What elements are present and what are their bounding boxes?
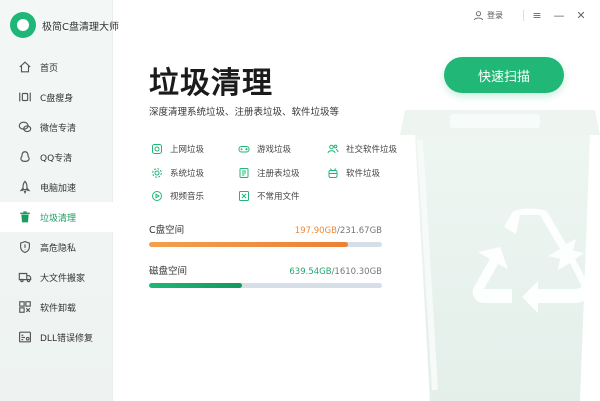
login-label: 登录 [487,10,503,20]
divider [523,9,524,21]
category-label: 视频音乐 [170,192,205,202]
category-software-junk: 软件垃圾 [327,167,380,179]
software-icon [327,167,339,179]
close-icon: ✕ [576,8,586,22]
close-button[interactable]: ✕ [570,4,592,26]
minimize-icon: — [553,8,565,22]
quick-scan-button[interactable]: 快速扫描 [444,57,564,93]
file-icon [238,190,250,202]
window-controls: 登录 ≡ — ✕ [473,0,600,30]
sidebar-item-uninstall[interactable]: 软件卸载 [0,292,113,322]
registry-icon [238,167,250,179]
trash-icon [18,210,32,224]
sidebar-item-wechat[interactable]: 微信专清 [0,112,113,142]
disk-progress-bar [149,283,382,288]
sidebar: 极简C盘清理大师 首页 C盘瘦身 微信专清 QQ专清 电脑加速 垃圾清理 高危隐… [0,0,119,401]
disk-total: /1610.30GB [331,267,382,277]
sidebar-item-junk-clean[interactable]: 垃圾清理 [0,202,113,232]
disk-total: /231.67GB [336,226,382,236]
qq-icon [18,150,32,164]
dll-icon [18,330,32,344]
login-button[interactable]: 登录 [473,10,503,21]
category-social-junk: 社交软件垃圾 [327,143,397,155]
disk-name: 磁盘空间 [149,266,188,277]
disk-progress-fill [149,242,348,247]
disk-used: 197.90GB [294,226,337,236]
gamepad-icon [238,143,250,155]
category-label: 不常用文件 [257,192,300,202]
disk-size: 639.54GB/1610.30GB [289,267,382,277]
app-title: 极简C盘清理大师 [42,21,119,33]
category-game-junk: 游戏垃圾 [238,143,291,155]
disk-size: 197.90GB/231.67GB [295,226,382,236]
disk-name: C盘空间 [149,225,185,236]
category-unused-files: 不常用文件 [238,190,300,202]
sidebar-item-bigfile-move[interactable]: 大文件搬家 [0,262,113,292]
logo-icon [10,12,36,38]
sidebar-item-privacy[interactable]: 高危隐私 [0,232,113,262]
page-title: 垃圾清理 [149,66,273,101]
sidebar-item-label: 首页 [40,63,59,74]
minimize-button[interactable]: — [548,4,570,26]
category-label: 系统垃圾 [170,169,205,179]
sidebar-item-label: 微信专清 [40,123,77,134]
sidebar-item-home[interactable]: 首页 [0,52,113,82]
wechat-icon [18,120,32,134]
category-label: 软件垃圾 [346,169,381,179]
category-label: 上网垃圾 [170,145,205,155]
disk-progress-bar [149,242,382,247]
disk-c-usage: C盘空间 197.90GB/231.67GB [149,222,382,247]
play-icon [151,190,163,202]
category-label: 注册表垃圾 [257,169,300,179]
app-window: 极简C盘清理大师 首页 C盘瘦身 微信专清 QQ专清 电脑加速 垃圾清理 高危隐… [0,0,600,401]
sidebar-item-label: 电脑加速 [40,183,77,194]
disk-progress-fill [149,283,242,288]
sidebar-item-label: 垃圾清理 [40,213,77,224]
sidebar-item-label: QQ专清 [40,153,73,164]
category-registry-junk: 注册表垃圾 [238,167,300,179]
sidebar-item-label: DLL错误修复 [40,333,93,344]
gear-icon [151,167,163,179]
menu-icon: ≡ [532,8,542,22]
app-logo: 极简C盘清理大师 [10,12,119,38]
truck-icon [18,270,32,284]
category-label: 游戏垃圾 [257,145,292,155]
uninstall-icon [18,300,32,314]
sidebar-item-label: 大文件搬家 [40,273,86,284]
category-system-junk: 系统垃圾 [151,167,204,179]
globe-icon [151,143,163,155]
category-video-music: 视频音乐 [151,190,204,202]
sidebar-item-dll-repair[interactable]: DLL错误修复 [0,322,113,352]
disk-slim-icon [18,90,32,104]
category-label: 社交软件垃圾 [346,145,398,155]
sidebar-item-label: 高危隐私 [40,243,77,254]
menu-button[interactable]: ≡ [526,4,548,26]
category-web-junk: 上网垃圾 [151,143,204,155]
sidebar-item-label: C盘瘦身 [40,93,74,104]
sidebar-item-qq[interactable]: QQ专清 [0,142,113,172]
user-icon [473,10,484,20]
sidebar-item-speedup[interactable]: 电脑加速 [0,172,113,202]
home-icon [18,60,32,74]
disk-used: 639.54GB [289,267,332,277]
shield-icon [18,240,32,254]
rocket-icon [18,180,32,194]
sidebar-nav: 首页 C盘瘦身 微信专清 QQ专清 电脑加速 垃圾清理 高危隐私 大文件搬家 软… [0,52,113,352]
recycle-bin-illustration [400,110,600,401]
sidebar-item-c-slim[interactable]: C盘瘦身 [0,82,113,112]
people-icon [327,143,339,155]
page-subtitle: 深度清理系统垃圾、注册表垃圾、软件垃圾等 [149,107,340,118]
sidebar-item-label: 软件卸载 [40,303,77,314]
disk-total-usage: 磁盘空间 639.54GB/1610.30GB [149,263,382,288]
